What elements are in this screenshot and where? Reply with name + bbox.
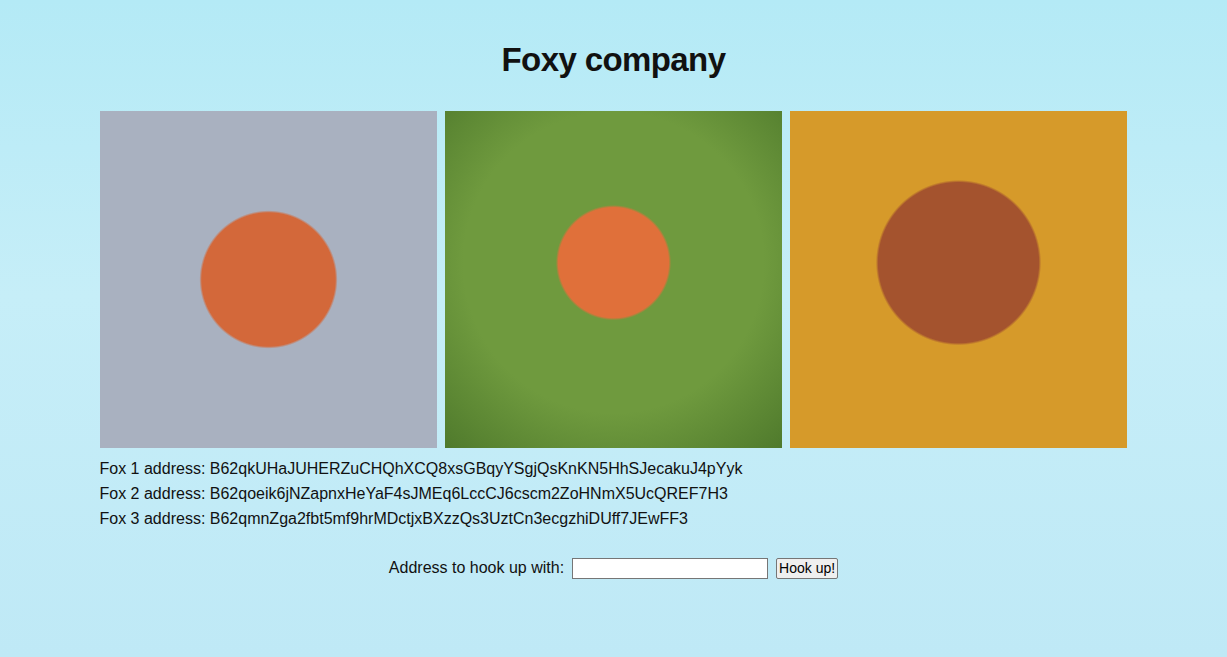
fox-address: Fox 2 address: B62qoeik6jNZapnxHeYaF4sJM… [100,481,1128,506]
address-label: Address to hook up with: [389,557,564,579]
page: Foxy company Fox 1 address: B62qkUHaJUHER… [0,0,1227,579]
hookup-form: Address to hook up with: Hook up! [100,557,1128,579]
hookup-button[interactable]: Hook up! [776,558,838,579]
address-input[interactable] [572,558,768,579]
fox-address: Fox 3 address: B62qmnZga2fbt5mf9hrMDctjx… [100,506,1128,531]
address-list: Fox 1 address: B62qkUHaJUHERZuCHQhXCQ8xs… [100,456,1128,531]
fox-photo [100,111,437,448]
fox-photo [790,111,1127,448]
fox-photo [445,111,782,448]
page-title: Foxy company [502,40,726,80]
content: Fox 1 address: B62qkUHaJUHERZuCHQhXCQ8xs… [100,111,1128,579]
fox-address: Fox 1 address: B62qkUHaJUHERZuCHQhXCQ8xs… [100,456,1128,481]
fox-gallery [100,111,1128,448]
